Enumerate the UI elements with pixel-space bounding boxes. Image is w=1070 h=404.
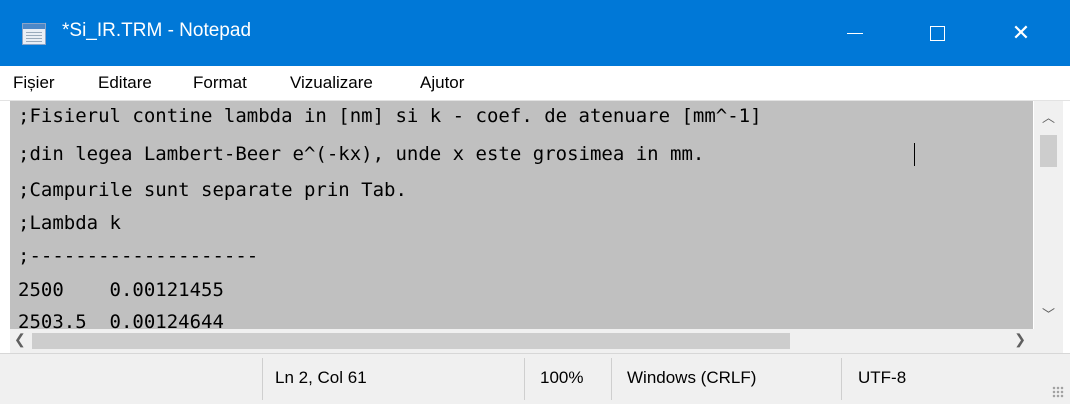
text-line: ;Campurile sunt separate prin Tab. (18, 179, 407, 201)
menu-format[interactable]: Format (193, 73, 247, 93)
close-icon: ✕ (1011, 20, 1031, 45)
status-separator (524, 358, 525, 400)
maximize-icon (929, 25, 945, 41)
menu-edit[interactable]: Editare (98, 73, 152, 93)
text-line: ;Lambda k (18, 212, 121, 234)
minimize-button[interactable] (824, 0, 886, 66)
resize-grip-icon[interactable] (1052, 386, 1064, 398)
status-encoding: UTF-8 (858, 368, 907, 387)
menu-help[interactable]: Ajutor (420, 73, 464, 93)
notepad-icon (22, 23, 46, 45)
status-cursor-position: Ln 2, Col 61 (275, 368, 367, 387)
text-line: 2503.5 0.00124644 (18, 311, 224, 329)
scroll-right-icon[interactable]: ❯ (1014, 331, 1026, 348)
status-separator (262, 358, 263, 400)
menu-file[interactable]: Fișier (13, 73, 55, 93)
minimize-icon (847, 32, 863, 34)
status-line-ending: Windows (CRLF) (627, 368, 757, 387)
close-button[interactable]: ✕ (990, 0, 1052, 66)
vertical-scroll-thumb[interactable] (1040, 135, 1057, 167)
status-zoom: 100% (540, 368, 584, 387)
scrollbar-corner (1034, 329, 1063, 353)
text-line: ;din legea Lambert-Beer e^(-kx), unde x … (18, 143, 705, 165)
scroll-left-icon[interactable]: ❮ (14, 331, 26, 348)
text-line: 2500 0.00121455 (18, 279, 224, 301)
text-caret (914, 143, 915, 166)
menu-view[interactable]: Vizualizare (290, 73, 373, 93)
text-line: ;-------------------- (18, 245, 259, 267)
horizontal-scrollbar[interactable]: ❮ ❯ (10, 329, 1034, 353)
vertical-scrollbar[interactable]: ︿ ﹀ (1034, 101, 1063, 329)
horizontal-scroll-thumb[interactable] (32, 333, 790, 349)
status-bar: Ln 2, Col 61 100% Windows (CRLF) UTF-8 (0, 353, 1070, 404)
status-separator (841, 358, 842, 400)
text-editor[interactable]: ;Fisierul contine lambda in [nm] si k - … (10, 101, 1033, 329)
title-bar[interactable]: *Si_IR.TRM - Notepad ✕ (0, 0, 1070, 66)
scroll-down-icon[interactable]: ﹀ (1034, 304, 1063, 323)
text-line: ;Fisierul contine lambda in [nm] si k - … (18, 105, 762, 127)
menu-bar: Fișier Editare Format Vizualizare Ajutor (0, 66, 1070, 101)
scroll-up-icon[interactable]: ︿ (1034, 107, 1063, 126)
maximize-button[interactable] (906, 0, 968, 66)
status-separator (611, 358, 612, 400)
window-title: *Si_IR.TRM - Notepad (62, 20, 252, 41)
